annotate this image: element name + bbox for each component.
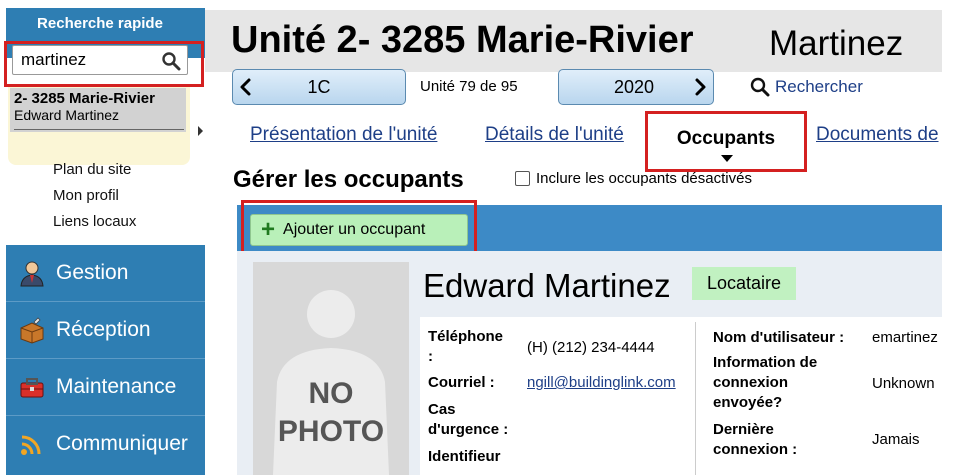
manager-icon bbox=[17, 258, 47, 288]
add-occupant-button[interactable]: + Ajouter un occupant bbox=[250, 214, 468, 246]
sidebar-item-reception[interactable]: Réception bbox=[6, 302, 205, 358]
phone-label: Téléphone : bbox=[428, 328, 504, 365]
add-occupant-label: Ajouter un occupant bbox=[283, 221, 426, 238]
identifier-label: Identifieur bbox=[428, 448, 501, 465]
include-inactive-checkbox[interactable] bbox=[515, 171, 530, 186]
sidebar-link-local-links[interactable]: Liens locaux bbox=[53, 212, 136, 238]
package-icon bbox=[17, 315, 47, 345]
tab-occupants[interactable]: Occupants bbox=[645, 111, 807, 172]
page-title: Unité 2- 3285 Marie-Rivier bbox=[231, 19, 694, 61]
unit-select-value: 1C bbox=[307, 76, 331, 97]
sidebar-item-label: Communiquer bbox=[56, 432, 188, 455]
occupant-photo: NO PHOTO bbox=[253, 262, 409, 475]
search-link[interactable]: Rechercher bbox=[749, 76, 863, 98]
last-login-label: Dernière connexion : bbox=[713, 421, 798, 458]
toolbox-icon bbox=[17, 372, 47, 402]
chevron-left-icon[interactable] bbox=[233, 77, 259, 97]
section-title: Gérer les occupants bbox=[233, 166, 464, 193]
search-link-label: Rechercher bbox=[775, 77, 863, 96]
caret-right-icon bbox=[198, 126, 203, 136]
sidebar-item-communiquer[interactable]: Communiquer bbox=[6, 416, 205, 472]
sidebar: Recherche rapide 2- 3285 Marie-Rivier Ed… bbox=[0, 0, 205, 475]
result-divider bbox=[14, 129, 184, 130]
search-icon bbox=[750, 77, 770, 97]
include-inactive-label: Inclure les occupants désactivés bbox=[536, 170, 752, 187]
tab-unit-details[interactable]: Détails de l'unité bbox=[485, 124, 624, 146]
include-inactive-toggle[interactable]: Inclure les occupants désactivés bbox=[515, 170, 752, 187]
chevron-right-icon[interactable] bbox=[687, 77, 713, 97]
year-select-value: 2020 bbox=[613, 76, 655, 97]
quick-search-highlight bbox=[4, 41, 204, 87]
sidebar-link-profile[interactable]: Mon profil bbox=[53, 186, 136, 212]
unit-position: Unité 79 de 95 bbox=[420, 78, 518, 95]
tab-unit-overview[interactable]: Présentation de l'unité bbox=[250, 124, 437, 146]
sidebar-nav: Gestion Réception Maintenance Communique… bbox=[6, 245, 205, 475]
unit-select-button[interactable]: 1C bbox=[232, 69, 406, 105]
no-photo-line2: PHOTO bbox=[277, 415, 385, 448]
last-login-value: Jamais bbox=[872, 431, 920, 448]
phone-value: (H) (212) 234-4444 bbox=[527, 339, 655, 356]
sidebar-item-label: Gestion bbox=[56, 261, 129, 284]
plus-icon: + bbox=[261, 216, 276, 243]
sidebar-item-label: Maintenance bbox=[56, 375, 177, 398]
sidebar-item-maintenance[interactable]: Maintenance bbox=[6, 359, 205, 415]
sidebar-item-gestion[interactable]: Gestion bbox=[6, 245, 205, 301]
no-photo-line1: NO bbox=[308, 377, 354, 410]
tab-occupants-label: Occupants bbox=[676, 128, 776, 149]
occupant-role-badge: Locataire bbox=[692, 267, 796, 300]
tab-documents[interactable]: Documents de bbox=[816, 124, 939, 146]
sidebar-link-site-map[interactable]: Plan du site bbox=[53, 160, 136, 186]
login-info-value: Unknown bbox=[872, 375, 935, 392]
emergency-label: Cas d'urgence : bbox=[428, 401, 509, 438]
username-label: Nom d'utilisateur : bbox=[713, 329, 845, 346]
occupant-name: Edward Martinez bbox=[423, 267, 671, 304]
main-content: Unité 2- 3285 Marie-Rivier Martinez 1C U… bbox=[205, 0, 955, 475]
login-info-label: Information de connexion envoyée? bbox=[713, 354, 818, 411]
caret-down-icon bbox=[721, 155, 733, 162]
quick-search-result[interactable]: 2- 3285 Marie-Rivier Edward Martinez bbox=[10, 88, 186, 132]
username-value: emartinez bbox=[872, 329, 938, 346]
broadcast-icon bbox=[17, 429, 47, 459]
result-name: Edward Martinez bbox=[14, 107, 120, 123]
sidebar-item-label: Réception bbox=[56, 318, 151, 341]
page-subtitle: Martinez bbox=[769, 24, 904, 63]
divider bbox=[695, 322, 696, 475]
email-label: Courriel : bbox=[428, 374, 495, 391]
sidebar-links: Plan du site Mon profil Liens locaux bbox=[53, 160, 136, 238]
quick-search-title: Recherche rapide bbox=[37, 15, 163, 32]
email-link[interactable]: ngill@buildinglink.com bbox=[527, 374, 676, 391]
result-unit: 2- 3285 Marie-Rivier bbox=[14, 90, 155, 107]
year-select-button[interactable]: 2020 bbox=[558, 69, 714, 105]
